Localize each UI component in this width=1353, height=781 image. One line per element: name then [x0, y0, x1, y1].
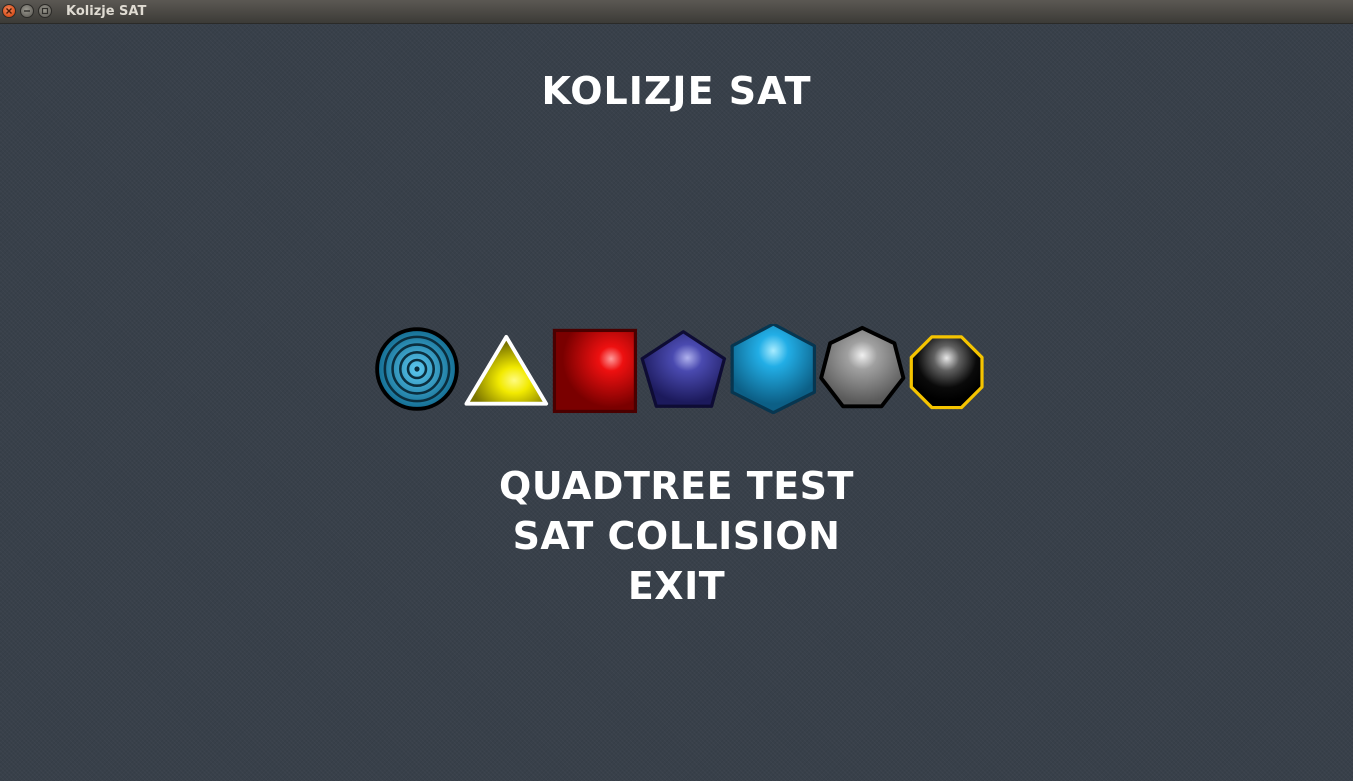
square-shape-icon	[552, 328, 638, 414]
close-window-button[interactable]	[2, 4, 16, 18]
close-icon	[6, 8, 12, 14]
maximize-window-button[interactable]	[38, 4, 52, 18]
app-window: Kolizje SAT KOLIZJE SAT QUADTREE TEST SA…	[0, 0, 1353, 781]
window-title: Kolizje SAT	[66, 4, 147, 19]
pentagon-shape-icon	[640, 330, 727, 408]
octagon-shape-icon	[909, 335, 984, 410]
game-canvas: KOLIZJE SAT QUADTREE TEST SAT COLLISION …	[0, 24, 1353, 781]
window-titlebar[interactable]: Kolizje SAT	[0, 0, 1353, 24]
heptagon-shape-icon	[819, 325, 906, 409]
minimize-icon	[24, 10, 30, 12]
menu-item-sat-collision[interactable]: SAT COLLISION	[0, 511, 1353, 561]
triangle-shape-icon	[464, 334, 549, 406]
menu-item-exit[interactable]: EXIT	[0, 561, 1353, 611]
main-menu: QUADTREE TEST SAT COLLISION EXIT	[0, 461, 1353, 611]
game-title: KOLIZJE SAT	[541, 69, 812, 113]
hexagon-shape-icon	[730, 324, 817, 414]
maximize-icon	[41, 7, 49, 15]
shape-showcase	[372, 324, 984, 414]
menu-item-quadtree-test[interactable]: QUADTREE TEST	[0, 461, 1353, 511]
minimize-window-button[interactable]	[20, 4, 34, 18]
circle-shape-icon	[375, 327, 459, 411]
